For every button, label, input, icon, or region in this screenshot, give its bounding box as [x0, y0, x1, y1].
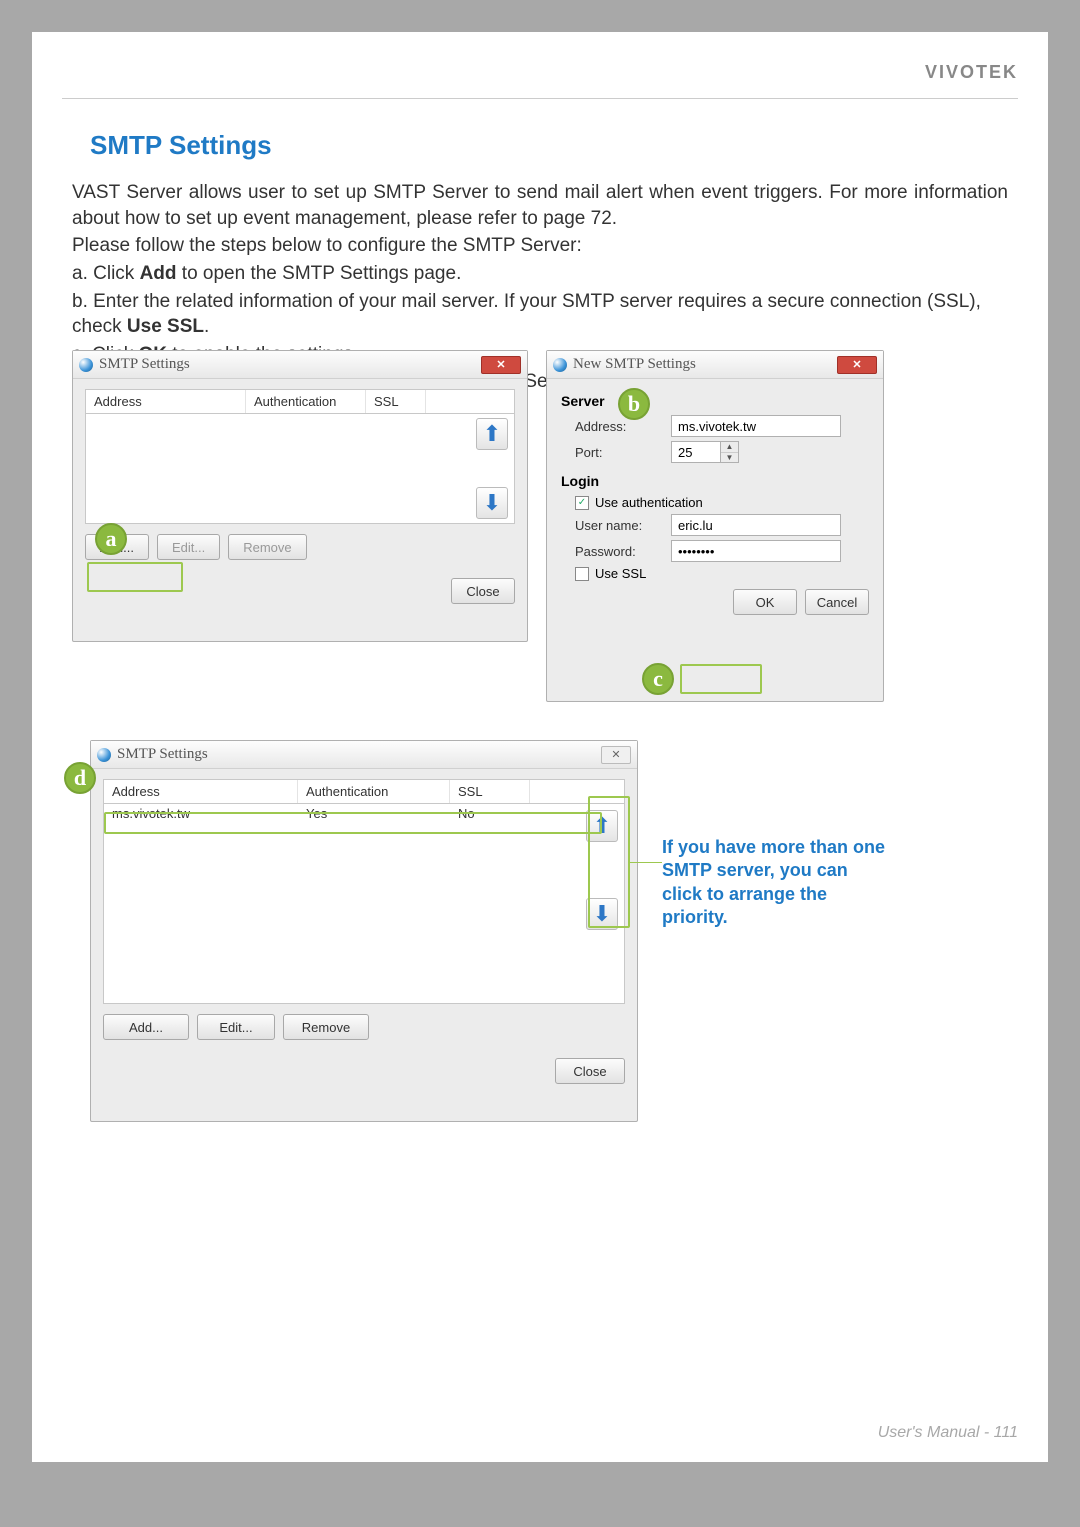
step-b: b. Enter the related information of your… [72, 289, 1008, 340]
close-button[interactable]: Close [555, 1058, 625, 1084]
callout-line [630, 862, 662, 863]
close-button[interactable]: Close [451, 578, 515, 604]
server-list: ms.vivotek.tw Yes No ⬆ ⬇ [103, 804, 625, 1004]
close-icon[interactable]: ✕ [837, 356, 877, 374]
use-ssl-checkbox[interactable] [575, 567, 589, 581]
col-authentication[interactable]: Authentication [246, 390, 366, 413]
dialog-title: New SMTP Settings [573, 356, 696, 373]
close-icon[interactable]: ✕ [601, 746, 631, 764]
arrow-down-icon: ⬇ [483, 492, 501, 514]
step-b-post: . [204, 316, 209, 337]
app-icon [79, 358, 93, 372]
dialog-title: SMTP Settings [99, 356, 190, 373]
highlight-add [87, 562, 183, 592]
priority-down-button[interactable]: ⬇ [476, 487, 508, 519]
badge-b: b [618, 388, 650, 420]
remove-button[interactable]: Remove [228, 534, 306, 560]
smtp-settings-dialog-empty: SMTP Settings ✕ Address Authentication S… [72, 350, 528, 642]
password-label: Password: [575, 544, 671, 559]
password-input[interactable] [671, 540, 841, 562]
step-a-pre: a. Click [72, 263, 140, 284]
app-icon [553, 358, 567, 372]
col-address[interactable]: Address [104, 780, 298, 803]
remove-button[interactable]: Remove [283, 1014, 369, 1040]
titlebar[interactable]: SMTP Settings ✕ [91, 741, 637, 769]
port-label: Port: [575, 445, 671, 460]
edit-button[interactable]: Edit... [197, 1014, 275, 1040]
page-footer: User's Manual - 111 [878, 1424, 1018, 1442]
col-ssl[interactable]: SSL [450, 780, 530, 803]
use-ssl-label: Use SSL [595, 566, 646, 581]
app-icon [97, 748, 111, 762]
intro-paragraph-1: VAST Server allows user to set up SMTP S… [72, 180, 1008, 231]
table-header: Address Authentication SSL [85, 389, 515, 414]
server-section-head: Server [561, 393, 869, 409]
close-icon[interactable]: ✕ [481, 356, 521, 374]
step-a: a. Click Add to open the SMTP Settings p… [72, 261, 1008, 287]
new-smtp-settings-dialog: New SMTP Settings ✕ Server Address: Port… [546, 350, 884, 702]
smtp-settings-dialog-populated: SMTP Settings ✕ Address Authentication S… [90, 740, 638, 1122]
spinner-down-icon[interactable]: ▼ [721, 453, 738, 463]
step-a-post: to open the SMTP Settings page. [177, 263, 462, 284]
cancel-button[interactable]: Cancel [805, 589, 869, 615]
badge-a: a [95, 523, 127, 555]
badge-d: d [64, 762, 96, 794]
section-title: SMTP Settings [90, 130, 272, 161]
priority-tip: If you have more than one SMTP server, y… [662, 836, 892, 930]
table-header: Address Authentication SSL [103, 779, 625, 804]
brand-label: VIVOTEK [925, 62, 1018, 83]
server-list: ⬆ ⬇ [85, 414, 515, 524]
use-auth-checkbox[interactable]: ✓ [575, 496, 589, 510]
titlebar[interactable]: SMTP Settings ✕ [73, 351, 527, 379]
use-auth-label: Use authentication [595, 495, 703, 510]
divider [62, 98, 1018, 99]
add-button[interactable]: Add... [103, 1014, 189, 1040]
login-section-head: Login [561, 473, 869, 489]
address-label: Address: [575, 419, 671, 434]
highlight-ok [680, 664, 762, 694]
username-label: User name: [575, 518, 671, 533]
username-input[interactable] [671, 514, 841, 536]
step-a-bold: Add [140, 263, 177, 284]
port-spinner[interactable]: ▲ ▼ [721, 441, 739, 463]
col-address[interactable]: Address [86, 390, 246, 413]
ok-button[interactable]: OK [733, 589, 797, 615]
step-b-bold: Use SSL [127, 316, 204, 337]
highlight-row [104, 812, 602, 834]
arrow-up-icon: ⬆ [483, 423, 501, 445]
highlight-arrows [588, 796, 630, 928]
col-authentication[interactable]: Authentication [298, 780, 450, 803]
col-ssl[interactable]: SSL [366, 390, 426, 413]
server-head-label: Server [561, 393, 605, 409]
dialog-title: SMTP Settings [117, 746, 208, 763]
badge-c: c [642, 663, 674, 695]
titlebar[interactable]: New SMTP Settings ✕ [547, 351, 883, 379]
intro-paragraph-2: Please follow the steps below to configu… [72, 233, 1008, 259]
address-input[interactable] [671, 415, 841, 437]
priority-up-button[interactable]: ⬆ [476, 418, 508, 450]
port-input[interactable] [671, 441, 721, 463]
edit-button[interactable]: Edit... [157, 534, 220, 560]
spinner-up-icon[interactable]: ▲ [721, 442, 738, 453]
